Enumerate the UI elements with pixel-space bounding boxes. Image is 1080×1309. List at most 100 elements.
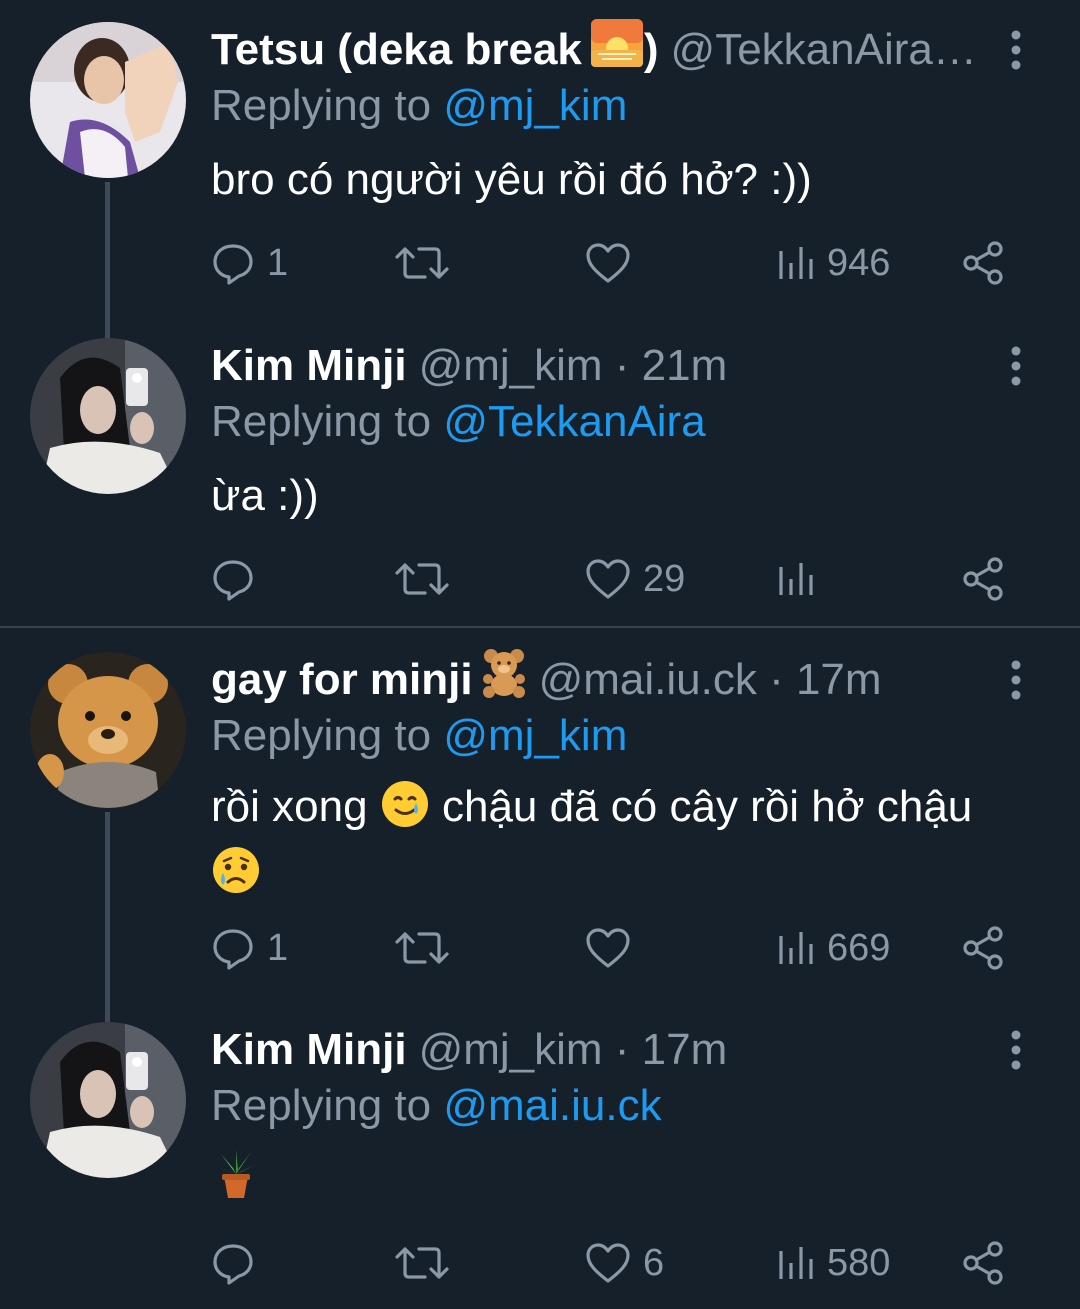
tweet-2[interactable]: Kim Minji @mj_kim · 21m Replying to @Tek… [0,338,1080,624]
retweet-icon [395,1247,449,1279]
user-handle[interactable]: @mai.iu.ck · 17m [539,652,882,708]
like-count: 6 [643,1241,665,1284]
share-icon [963,241,1003,285]
thread-line [105,182,110,362]
view-count: 580 [827,1241,891,1284]
display-name[interactable]: Tetsu (deka break [211,22,582,78]
tweet-header: Kim Minji @mj_kim · 17m [211,1022,727,1078]
replying-prefix: Replying to [211,1081,444,1130]
display-name[interactable]: gay for minji [211,652,473,708]
more-options-icon[interactable] [1004,660,1028,700]
replying-to: Replying to @TekkanAira [211,394,706,450]
mention-link[interactable]: @mj_kim [443,711,627,760]
smiling-face-with-tear-icon [380,779,430,844]
views-icon [779,932,813,964]
retweet-button[interactable] [395,551,461,607]
reply-icon [213,244,253,285]
tweet-text [211,1148,1031,1218]
views-button[interactable]: 669 [777,920,890,976]
tweet-1[interactable]: Tetsu (deka break ) @TekkanAira… Replyin… [0,19,1080,362]
retweet-button[interactable] [395,235,461,291]
teddy-bear-icon [481,648,527,712]
heart-icon [586,243,630,283]
share-button[interactable] [961,1235,1005,1291]
sunrise-icon [590,18,644,82]
tweet-3[interactable]: gay for minji @mai.iu.ck · 17m Replying … [0,649,1080,1022]
replying-prefix: Replying to [211,397,444,446]
heart-icon [586,928,630,968]
thread-divider [0,626,1080,628]
reply-button[interactable] [211,1235,267,1291]
like-count: 29 [643,557,686,600]
reply-count: 1 [267,241,289,284]
heart-icon [586,1243,630,1283]
like-button[interactable] [585,920,643,976]
replying-prefix: Replying to [211,711,444,760]
view-count: 669 [827,926,891,969]
retweet-icon [395,247,449,279]
share-icon [963,1241,1003,1285]
reply-button[interactable]: 1 [211,235,288,291]
user-handle[interactable]: @TekkanAira… [671,22,977,78]
tweet-text: ừa :)) [211,471,319,520]
views-icon [779,247,813,279]
tweet-header: Kim Minji @mj_kim · 21m [211,338,727,394]
reply-icon [213,929,253,970]
display-name[interactable]: Kim Minji [211,1022,407,1078]
tweet-text-part: chậu đã có cây rồi hở chậu [429,782,973,831]
user-handle[interactable]: @mj_kim · 17m [419,1022,728,1078]
replying-to: Replying to @mai.iu.ck [211,1078,662,1134]
views-button[interactable]: 580 [777,1235,890,1291]
more-options-icon[interactable] [1004,30,1028,70]
tweet-actions: 29 [211,551,1031,607]
tweet-actions: 1 946 [211,235,1031,291]
tweet-4[interactable]: Kim Minji @mj_kim · 17m Replying to @mai… [0,1022,1080,1302]
views-button[interactable]: 946 [777,235,890,291]
retweet-button[interactable] [395,920,461,976]
replying-prefix: Replying to [211,81,444,130]
reply-icon [213,1244,253,1285]
mention-link[interactable]: @TekkanAira [443,397,705,446]
reply-button[interactable]: 1 [211,920,288,976]
views-button[interactable] [777,551,827,607]
thread-line [105,812,110,1022]
avatar[interactable] [30,338,186,494]
mention-link[interactable]: @mai.iu.ck [443,1081,661,1130]
reply-count: 1 [267,926,289,969]
reply-button[interactable] [211,551,267,607]
share-icon [963,926,1003,970]
more-options-icon[interactable] [1004,1030,1028,1070]
user-handle[interactable]: @mj_kim · 21m [419,338,728,394]
tweet-header: gay for minji @mai.iu.ck · 17m [211,649,882,708]
like-button[interactable] [585,235,643,291]
mention-link[interactable]: @mj_kim [443,81,627,130]
share-button[interactable] [961,920,1005,976]
tweet-header: Tetsu (deka break ) @TekkanAira… [211,19,977,78]
replying-to: Replying to @mj_kim [211,708,627,764]
more-options-icon[interactable] [1004,346,1028,386]
share-icon [963,557,1003,601]
avatar[interactable] [30,1022,186,1178]
crying-face-icon [211,845,261,910]
reply-icon [213,560,253,601]
avatar[interactable] [30,22,186,178]
tweet-text-part: rồi xong [211,782,380,831]
like-button[interactable]: 6 [585,1235,664,1291]
potted-plant-icon [211,1148,261,1218]
retweet-icon [395,563,449,595]
retweet-button[interactable] [395,1235,461,1291]
heart-icon [586,559,630,599]
replying-to: Replying to @mj_kim [211,78,627,134]
tweet-actions: 6 580 [211,1235,1031,1291]
display-name[interactable]: Kim Minji [211,338,407,394]
share-button[interactable] [961,235,1005,291]
tweet-text: bro có người yêu rồi đó hở? :)) [211,155,812,204]
tweet-text: rồi xong chậu đã có cây rồi hở chậu [211,778,1031,910]
avatar[interactable] [30,652,186,808]
view-count: 946 [827,241,891,284]
share-button[interactable] [961,551,1005,607]
views-icon [779,563,813,595]
tweet-actions: 1 669 [211,920,1031,976]
like-button[interactable]: 29 [585,551,685,607]
retweet-icon [395,932,449,964]
